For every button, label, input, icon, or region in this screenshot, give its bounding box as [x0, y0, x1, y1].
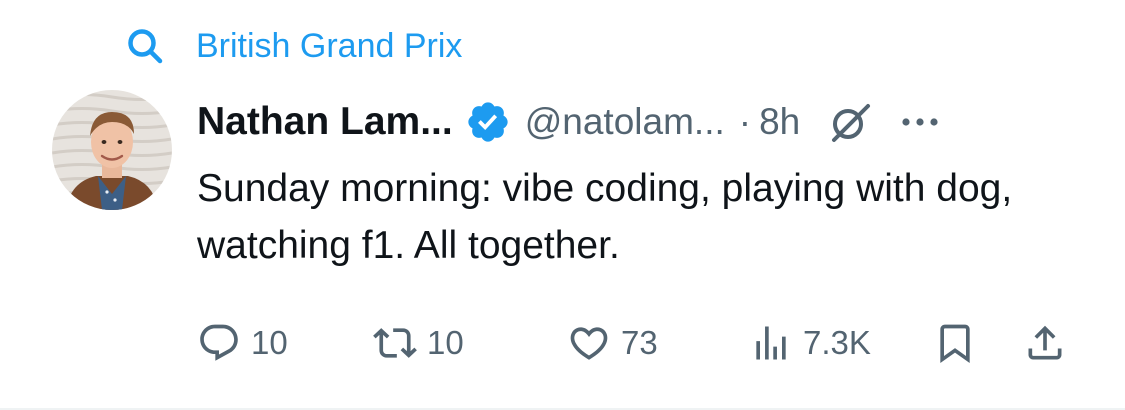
share-icon: [1028, 325, 1062, 360]
tweet-header: Nathan Lam... @natolam... · 8h: [197, 95, 1077, 149]
views-count: 7.3K: [803, 324, 871, 361]
tweet-actions: 10 10 73 7.3K: [197, 316, 1077, 370]
tweet-timestamp[interactable]: 8h: [759, 95, 800, 149]
more-icon[interactable]: [896, 98, 944, 146]
share-button[interactable]: [1023, 316, 1067, 370]
search-context-label[interactable]: British Grand Prix: [196, 24, 462, 68]
meta-separator: ·: [738, 101, 752, 142]
search-context[interactable]: British Grand Prix: [124, 24, 462, 68]
search-icon: [128, 29, 163, 64]
author-display-name[interactable]: Nathan Lam...: [197, 95, 453, 149]
tweet-text: Sunday morning: vibe coding, playing wit…: [197, 167, 1013, 267]
avatar[interactable]: [52, 90, 172, 210]
tweet[interactable]: British Grand Prix Nathan Lam... @natola…: [0, 0, 1125, 410]
reply-count: 10: [251, 324, 288, 361]
like-icon: [570, 327, 608, 360]
bookmark-button[interactable]: [933, 316, 977, 370]
verified-badge-icon[interactable]: [465, 99, 511, 145]
grok-icon[interactable]: [826, 98, 874, 146]
repost-icon: [373, 328, 417, 358]
repost-count: 10: [427, 324, 464, 361]
avatar-image: [52, 90, 172, 210]
like-button[interactable]: 73: [567, 316, 658, 370]
bookmark-icon: [940, 324, 970, 364]
reply-icon: [200, 324, 238, 361]
views-icon: [756, 326, 786, 360]
author-handle[interactable]: @natolam...: [525, 95, 725, 149]
reply-button[interactable]: 10: [197, 316, 288, 370]
views-button[interactable]: 7.3K: [749, 316, 871, 370]
like-count: 73: [621, 324, 658, 361]
repost-button[interactable]: 10: [373, 316, 464, 370]
